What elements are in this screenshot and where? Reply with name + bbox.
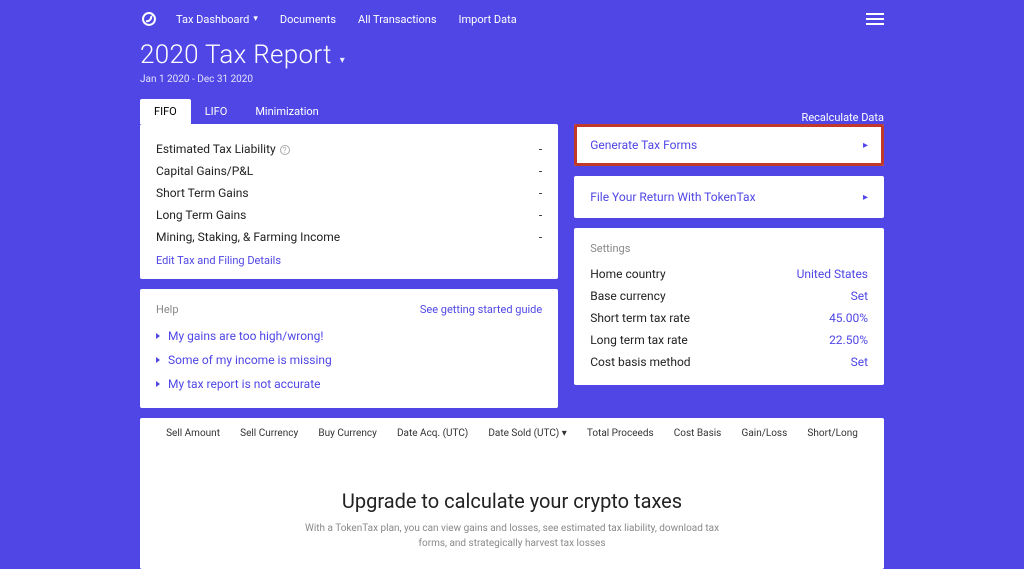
stats-card: Estimated Tax Liability? - Capital Gains…: [140, 124, 558, 279]
upgrade-subtitle: With a TokenTax plan, you can view gains…: [302, 521, 722, 551]
caret-right-icon: ▸: [863, 140, 868, 151]
setting-home-country: Home country United States: [590, 263, 868, 285]
stat-value: -: [539, 142, 542, 156]
nav-all-transactions[interactable]: All Transactions: [358, 13, 437, 26]
help-item-income-missing[interactable]: Some of my income is missing: [156, 348, 542, 372]
chevron-down-icon: ▾: [253, 14, 258, 24]
tab-minimization[interactable]: Minimization: [241, 99, 332, 124]
stat-estimated-tax-liability: Estimated Tax Liability? -: [156, 138, 542, 160]
stat-value: -: [539, 164, 542, 178]
logo-icon[interactable]: [140, 10, 158, 28]
recalculate-data-link[interactable]: Recalculate Data: [802, 111, 884, 124]
getting-started-guide-link[interactable]: See getting started guide: [420, 303, 542, 316]
nav-tax-dashboard[interactable]: Tax Dashboard ▾: [176, 13, 258, 26]
col-short-long[interactable]: Short/Long: [807, 428, 857, 439]
stat-mining-staking-farming: Mining, Staking, & Farming Income -: [156, 226, 542, 248]
col-sell-currency[interactable]: Sell Currency: [240, 428, 298, 439]
setting-long-term-rate: Long term tax rate 22.50%: [590, 329, 868, 351]
setting-value-link[interactable]: Set: [851, 289, 868, 303]
setting-cost-basis-method: Cost basis method Set: [590, 351, 868, 373]
settings-title: Settings: [590, 242, 868, 255]
date-range: Jan 1 2020 - Dec 31 2020: [140, 74, 884, 85]
help-item-gains-wrong[interactable]: My gains are too high/wrong!: [156, 324, 542, 348]
col-sell-amount[interactable]: Sell Amount: [166, 428, 220, 439]
nav-documents[interactable]: Documents: [280, 13, 336, 26]
nav-import-data[interactable]: Import Data: [459, 13, 517, 26]
col-date-sold[interactable]: Date Sold (UTC) ▾: [488, 428, 566, 439]
page-title: 2020 Tax Report: [140, 40, 332, 70]
stat-short-term-gains: Short Term Gains -: [156, 182, 542, 204]
stat-capital-gains: Capital Gains/P&L -: [156, 160, 542, 182]
col-gain-loss[interactable]: Gain/Loss: [742, 428, 788, 439]
help-title: Help: [156, 303, 179, 316]
tab-fifo[interactable]: FIFO: [140, 99, 191, 124]
nav-label: Tax Dashboard: [176, 13, 249, 26]
setting-base-currency: Base currency Set: [590, 285, 868, 307]
menu-icon[interactable]: [866, 13, 884, 25]
col-total-proceeds[interactable]: Total Proceeds: [587, 428, 654, 439]
setting-value-link[interactable]: 22.50%: [829, 333, 868, 347]
setting-short-term-rate: Short term tax rate 45.00%: [590, 307, 868, 329]
setting-value-link[interactable]: 45.00%: [829, 311, 868, 325]
stat-value: -: [539, 230, 542, 244]
stat-value: -: [539, 186, 542, 200]
caret-right-icon: ▸: [863, 192, 868, 203]
caret-right-icon: [156, 333, 160, 339]
setting-value-link[interactable]: United States: [797, 267, 868, 281]
help-item-report-inaccurate[interactable]: My tax report is not accurate: [156, 372, 542, 396]
caret-right-icon: [156, 381, 160, 387]
caret-right-icon: [156, 357, 160, 363]
table-header: Sell Amount Sell Currency Buy Currency D…: [140, 418, 884, 449]
file-return-tokentax-button[interactable]: File Your Return With TokenTax ▸: [574, 176, 884, 218]
generate-tax-forms-button[interactable]: Generate Tax Forms ▸: [574, 124, 884, 166]
col-buy-currency[interactable]: Buy Currency: [318, 428, 376, 439]
settings-card: Settings Home country United States Base…: [574, 228, 884, 385]
tab-lifo[interactable]: LIFO: [191, 99, 242, 124]
help-card: Help See getting started guide My gains …: [140, 289, 558, 408]
upgrade-title: Upgrade to calculate your crypto taxes: [140, 489, 884, 513]
year-dropdown-icon[interactable]: ▾: [340, 55, 345, 66]
col-date-acq[interactable]: Date Acq. (UTC): [397, 428, 468, 439]
setting-value-link[interactable]: Set: [851, 355, 868, 369]
info-icon[interactable]: ?: [280, 145, 290, 155]
transactions-card: Sell Amount Sell Currency Buy Currency D…: [140, 418, 884, 569]
col-cost-basis[interactable]: Cost Basis: [674, 428, 722, 439]
stat-long-term-gains: Long Term Gains -: [156, 204, 542, 226]
stat-value: -: [539, 208, 542, 222]
edit-tax-filing-details-link[interactable]: Edit Tax and Filing Details: [156, 254, 281, 267]
